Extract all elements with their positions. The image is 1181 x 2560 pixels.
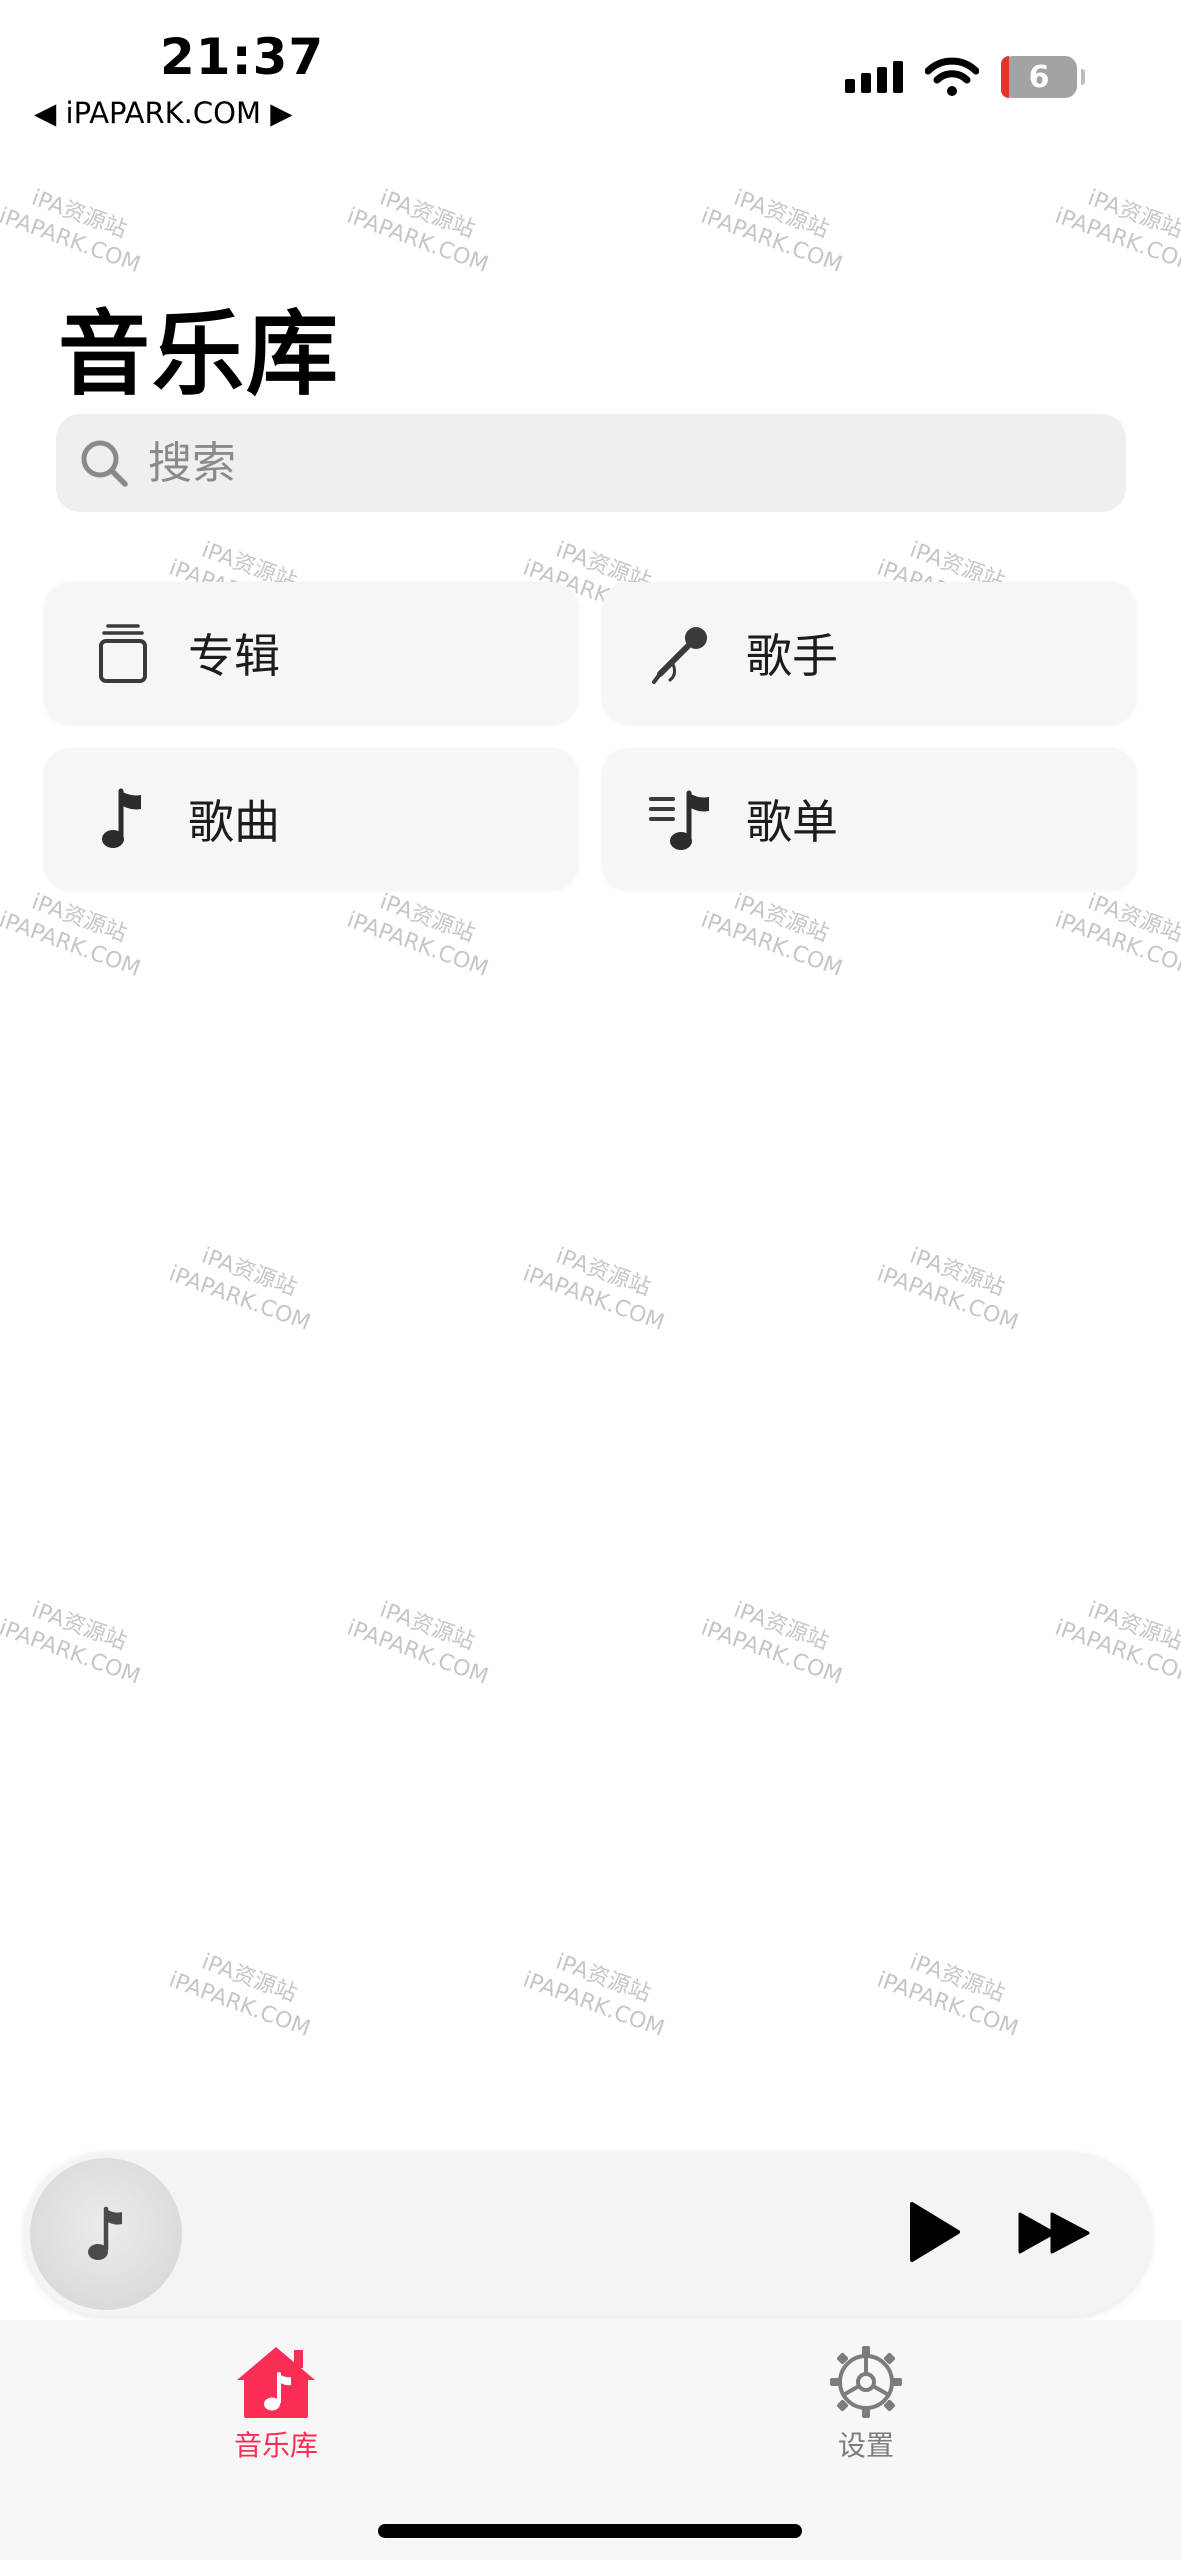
category-label: 歌曲 — [188, 795, 280, 849]
watermark-line: iPAPARK.COM — [519, 1261, 668, 1336]
category-albums[interactable]: 专辑 — [44, 582, 578, 724]
watermark-line: iPAPARK.COM — [0, 1615, 144, 1690]
search-input[interactable] — [146, 436, 1050, 490]
album-stack-icon — [88, 618, 158, 688]
watermark: iPA资源站iPAPARK.COM — [873, 1940, 1032, 2043]
watermark: iPA资源站iPAPARK.COM — [343, 880, 502, 983]
watermark: iPA资源站iPAPARK.COM — [519, 1234, 678, 1337]
category-label: 专辑 — [188, 629, 280, 683]
tab-settings[interactable]: 设置 — [828, 2344, 904, 2464]
cellular-signal-icon — [845, 61, 903, 93]
watermark-line: iPA资源站 — [1084, 1597, 1181, 1656]
next-track-button[interactable] — [1016, 2210, 1092, 2260]
watermark: iPA资源站iPAPARK.COM — [1051, 880, 1181, 983]
microphone-icon — [646, 618, 716, 688]
watermark-line: iPAPARK.COM — [343, 1615, 492, 1690]
watermark: iPA资源站iPAPARK.COM — [343, 1588, 502, 1691]
back-to-app-link[interactable]: ◀ iPAPARK.COM ▶ — [34, 96, 293, 130]
watermark-line: iPA资源站 — [906, 1243, 1008, 1302]
battery-level: 6 — [1028, 59, 1050, 95]
watermark: iPA资源站iPAPARK.COM — [1051, 176, 1181, 279]
watermark-line: iPA资源站 — [28, 889, 130, 948]
tab-label: 音乐库 — [234, 2429, 319, 2462]
watermark: iPA资源站iPAPARK.COM — [165, 1234, 324, 1337]
watermark-line: iPA资源站 — [1084, 889, 1181, 948]
watermark-line: iPA资源站 — [1084, 185, 1181, 244]
watermark-line: iPA资源站 — [198, 1243, 300, 1302]
category-artists[interactable]: 歌手 — [602, 582, 1136, 724]
watermark: iPA资源站iPAPARK.COM — [873, 1234, 1032, 1337]
play-button[interactable] — [904, 2200, 964, 2268]
watermark-line: iPAPARK.COM — [165, 1967, 314, 2042]
search-icon — [81, 440, 128, 487]
watermark: iPA资源站iPAPARK.COM — [697, 1588, 856, 1691]
music-note-icon — [88, 2206, 122, 2260]
home-music-icon — [237, 2347, 315, 2418]
watermark-line: iPA资源站 — [730, 1597, 832, 1656]
search-bar[interactable] — [56, 414, 1126, 512]
watermark-line: iPA资源站 — [552, 1949, 654, 2008]
watermark-line: iPAPARK.COM — [343, 907, 492, 982]
screen: 21:37 ◀ iPAPARK.COM ▶ 6 iPA资源站 iPAPARK.CO… — [0, 0, 1181, 2560]
watermark: iPA资源站iPAPARK.COM — [519, 1940, 678, 2043]
home-indicator[interactable] — [378, 2524, 802, 2538]
watermark: iPA资源站iPAPARK.COM — [697, 176, 856, 279]
page-title: 音乐库 — [58, 301, 341, 408]
watermark-line: iPAPARK.COM — [519, 1967, 668, 2042]
watermark-line: iPAPARK.COM — [343, 203, 492, 278]
mini-player[interactable] — [24, 2152, 1152, 2316]
forward-icon — [1018, 2212, 1090, 2254]
battery-icon: 6 — [1001, 56, 1085, 98]
gear-icon — [830, 2346, 902, 2418]
watermark-line: iPA资源站 — [552, 1243, 654, 1302]
watermark-line: iPAPARK.COM — [697, 203, 846, 278]
watermark-line: iPAPARK.COM — [1051, 907, 1181, 982]
watermark-line: iPAPARK.COM — [0, 203, 144, 278]
watermark: iPA资源站iPAPARK.COM — [0, 1588, 153, 1691]
tab-library[interactable]: 音乐库 — [234, 2344, 318, 2464]
category-songs[interactable]: 歌曲 — [44, 748, 578, 890]
status-time: 21:37 — [160, 28, 325, 86]
watermark: iPA资源站iPAPARK.COM — [343, 176, 502, 279]
watermark-line: iPA资源站 — [906, 1949, 1008, 2008]
watermark: iPA资源站iPAPARK.COM — [0, 176, 153, 279]
playlist-icon — [646, 784, 716, 854]
music-note-icon — [88, 784, 158, 854]
watermark-line: iPA资源站 — [376, 1597, 478, 1656]
watermark-line: iPAPARK.COM — [1051, 1615, 1181, 1690]
watermark-line: iPAPARK.COM — [165, 1261, 314, 1336]
watermark: iPA资源站iPAPARK.COM — [165, 1940, 324, 2043]
wifi-icon — [925, 57, 979, 96]
watermark-line: iPA资源站 — [730, 185, 832, 244]
watermark-line: iPAPARK.COM — [873, 1967, 1022, 2042]
watermark-line: iPA资源站 — [730, 889, 832, 948]
watermark: iPA资源站iPAPARK.COM — [697, 880, 856, 983]
watermark: iPA资源站iPAPARK.COM — [0, 880, 153, 983]
watermark-line: iPA资源站 — [28, 185, 130, 244]
watermark-line: iPAPARK.COM — [1051, 203, 1181, 278]
watermark: iPA资源站iPAPARK.COM — [1051, 1588, 1181, 1691]
tab-label: 设置 — [837, 2429, 894, 2462]
watermark-line: iPA资源站 — [198, 1949, 300, 2008]
play-icon — [910, 2202, 960, 2262]
watermark-line: iPAPARK.COM — [873, 1261, 1022, 1336]
watermark-line: iPAPARK.COM — [0, 907, 144, 982]
watermark-line: iPA资源站 — [28, 1597, 130, 1656]
category-label: 歌单 — [746, 795, 838, 849]
watermark-line: iPA资源站 — [376, 185, 478, 244]
category-playlists[interactable]: 歌单 — [602, 748, 1136, 890]
now-playing-artwork[interactable] — [30, 2158, 182, 2310]
category-label: 歌手 — [746, 629, 838, 683]
status-indicators: 6 — [845, 56, 1085, 98]
watermark-line: iPA资源站 — [376, 889, 478, 948]
watermark-line: iPAPARK.COM — [697, 1615, 846, 1690]
watermark-line: iPAPARK.COM — [697, 907, 846, 982]
